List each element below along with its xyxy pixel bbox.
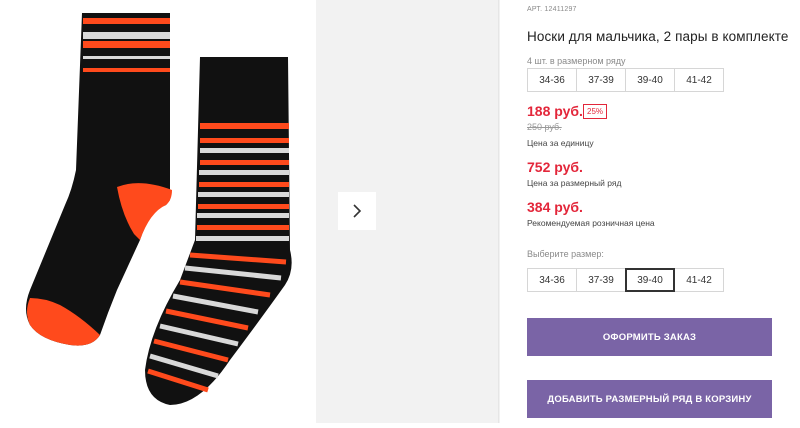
size-option-37-39[interactable]: 37-39	[576, 268, 626, 292]
pack-size-chip: 37-39	[576, 68, 626, 92]
pack-sizes-row: 34-36 37-39 39-40 41-42	[527, 68, 724, 92]
pack-size-chip: 34-36	[527, 68, 577, 92]
size-select-label: Выберите размер:	[527, 249, 604, 259]
size-selector: 34-36 37-39 39-40 41-42	[527, 268, 724, 292]
gallery-next-button[interactable]	[338, 192, 376, 230]
retail-price-caption: Рекомендуемая розничная цена	[527, 218, 655, 228]
add-size-row-to-cart-button[interactable]: ДОБАВИТЬ РАЗМЕРНЫЙ РЯД В КОРЗИНУ	[527, 380, 772, 418]
panel-divider	[498, 0, 499, 423]
pack-size-chip: 41-42	[674, 68, 724, 92]
row-price-caption: Цена за размерный ряд	[527, 178, 622, 188]
unit-price-caption: Цена за единицу	[527, 138, 594, 148]
size-option-39-40[interactable]: 39-40	[625, 268, 675, 292]
left-sock	[26, 13, 172, 346]
socks-image	[26, 13, 292, 405]
order-button[interactable]: ОФОРМИТЬ ЗАКАЗ	[527, 318, 772, 356]
row-price: 752 руб.	[527, 159, 583, 175]
product-title: Носки для мальчика, 2 пары в комплекте	[527, 29, 789, 44]
chevron-right-icon	[353, 204, 362, 218]
article-number: АРТ. 12411297	[527, 6, 577, 13]
old-price: 250 руб.	[527, 122, 562, 132]
retail-price: 384 руб.	[527, 199, 583, 215]
pack-size-chip: 39-40	[625, 68, 675, 92]
pack-info: 4 шт. в размерном ряду	[527, 56, 626, 66]
size-option-41-42[interactable]: 41-42	[674, 268, 724, 292]
size-option-34-36[interactable]: 34-36	[527, 268, 577, 292]
product-gallery	[0, 0, 500, 423]
product-image[interactable]	[0, 0, 316, 423]
discount-badge: 25%	[583, 104, 608, 119]
unit-price: 188 руб.	[527, 103, 583, 119]
